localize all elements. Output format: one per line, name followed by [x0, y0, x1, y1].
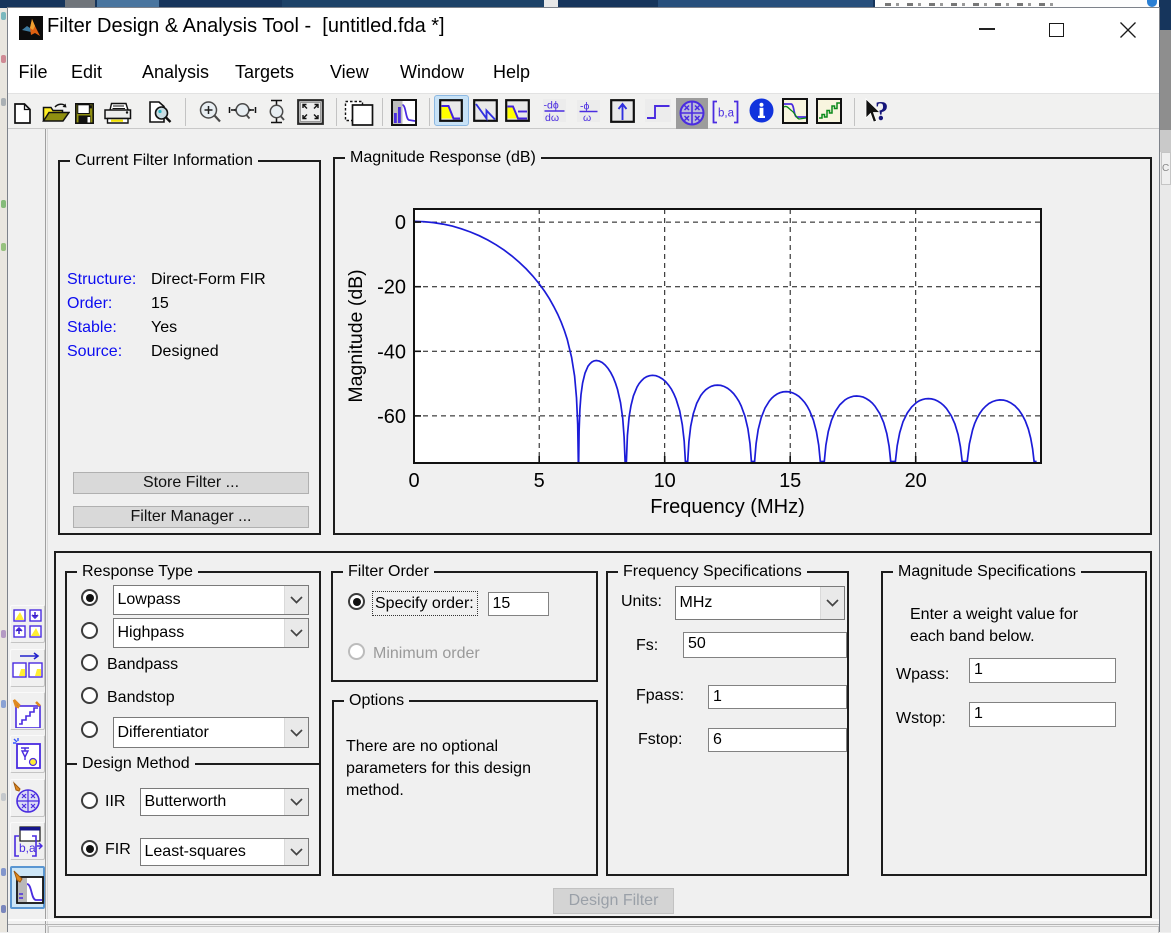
svg-text:20: 20	[905, 470, 927, 492]
svg-text:15: 15	[779, 470, 801, 492]
svg-text:5: 5	[534, 470, 545, 492]
svg-text:Frequency (MHz): Frequency (MHz)	[650, 496, 804, 518]
svg-text:dω: dω	[545, 112, 559, 122]
svg-text:?: ?	[875, 97, 889, 126]
svg-text:-20: -20	[377, 277, 406, 299]
svg-text:0: 0	[408, 470, 419, 492]
svg-text:b,a: b,a	[718, 108, 735, 120]
svg-text:10: 10	[654, 470, 676, 492]
svg-text:-40: -40	[377, 341, 406, 363]
svg-text:b,a: b,a	[19, 841, 36, 855]
svg-text:Magnitude (dB): Magnitude (dB)	[348, 269, 367, 402]
svg-text:-ϕ: -ϕ	[580, 101, 589, 113]
svg-text:-dϕ: -dϕ	[544, 100, 559, 112]
svg-text:ω: ω	[583, 112, 591, 122]
svg-text:0: 0	[395, 212, 406, 234]
svg-text:-60: -60	[377, 406, 406, 428]
